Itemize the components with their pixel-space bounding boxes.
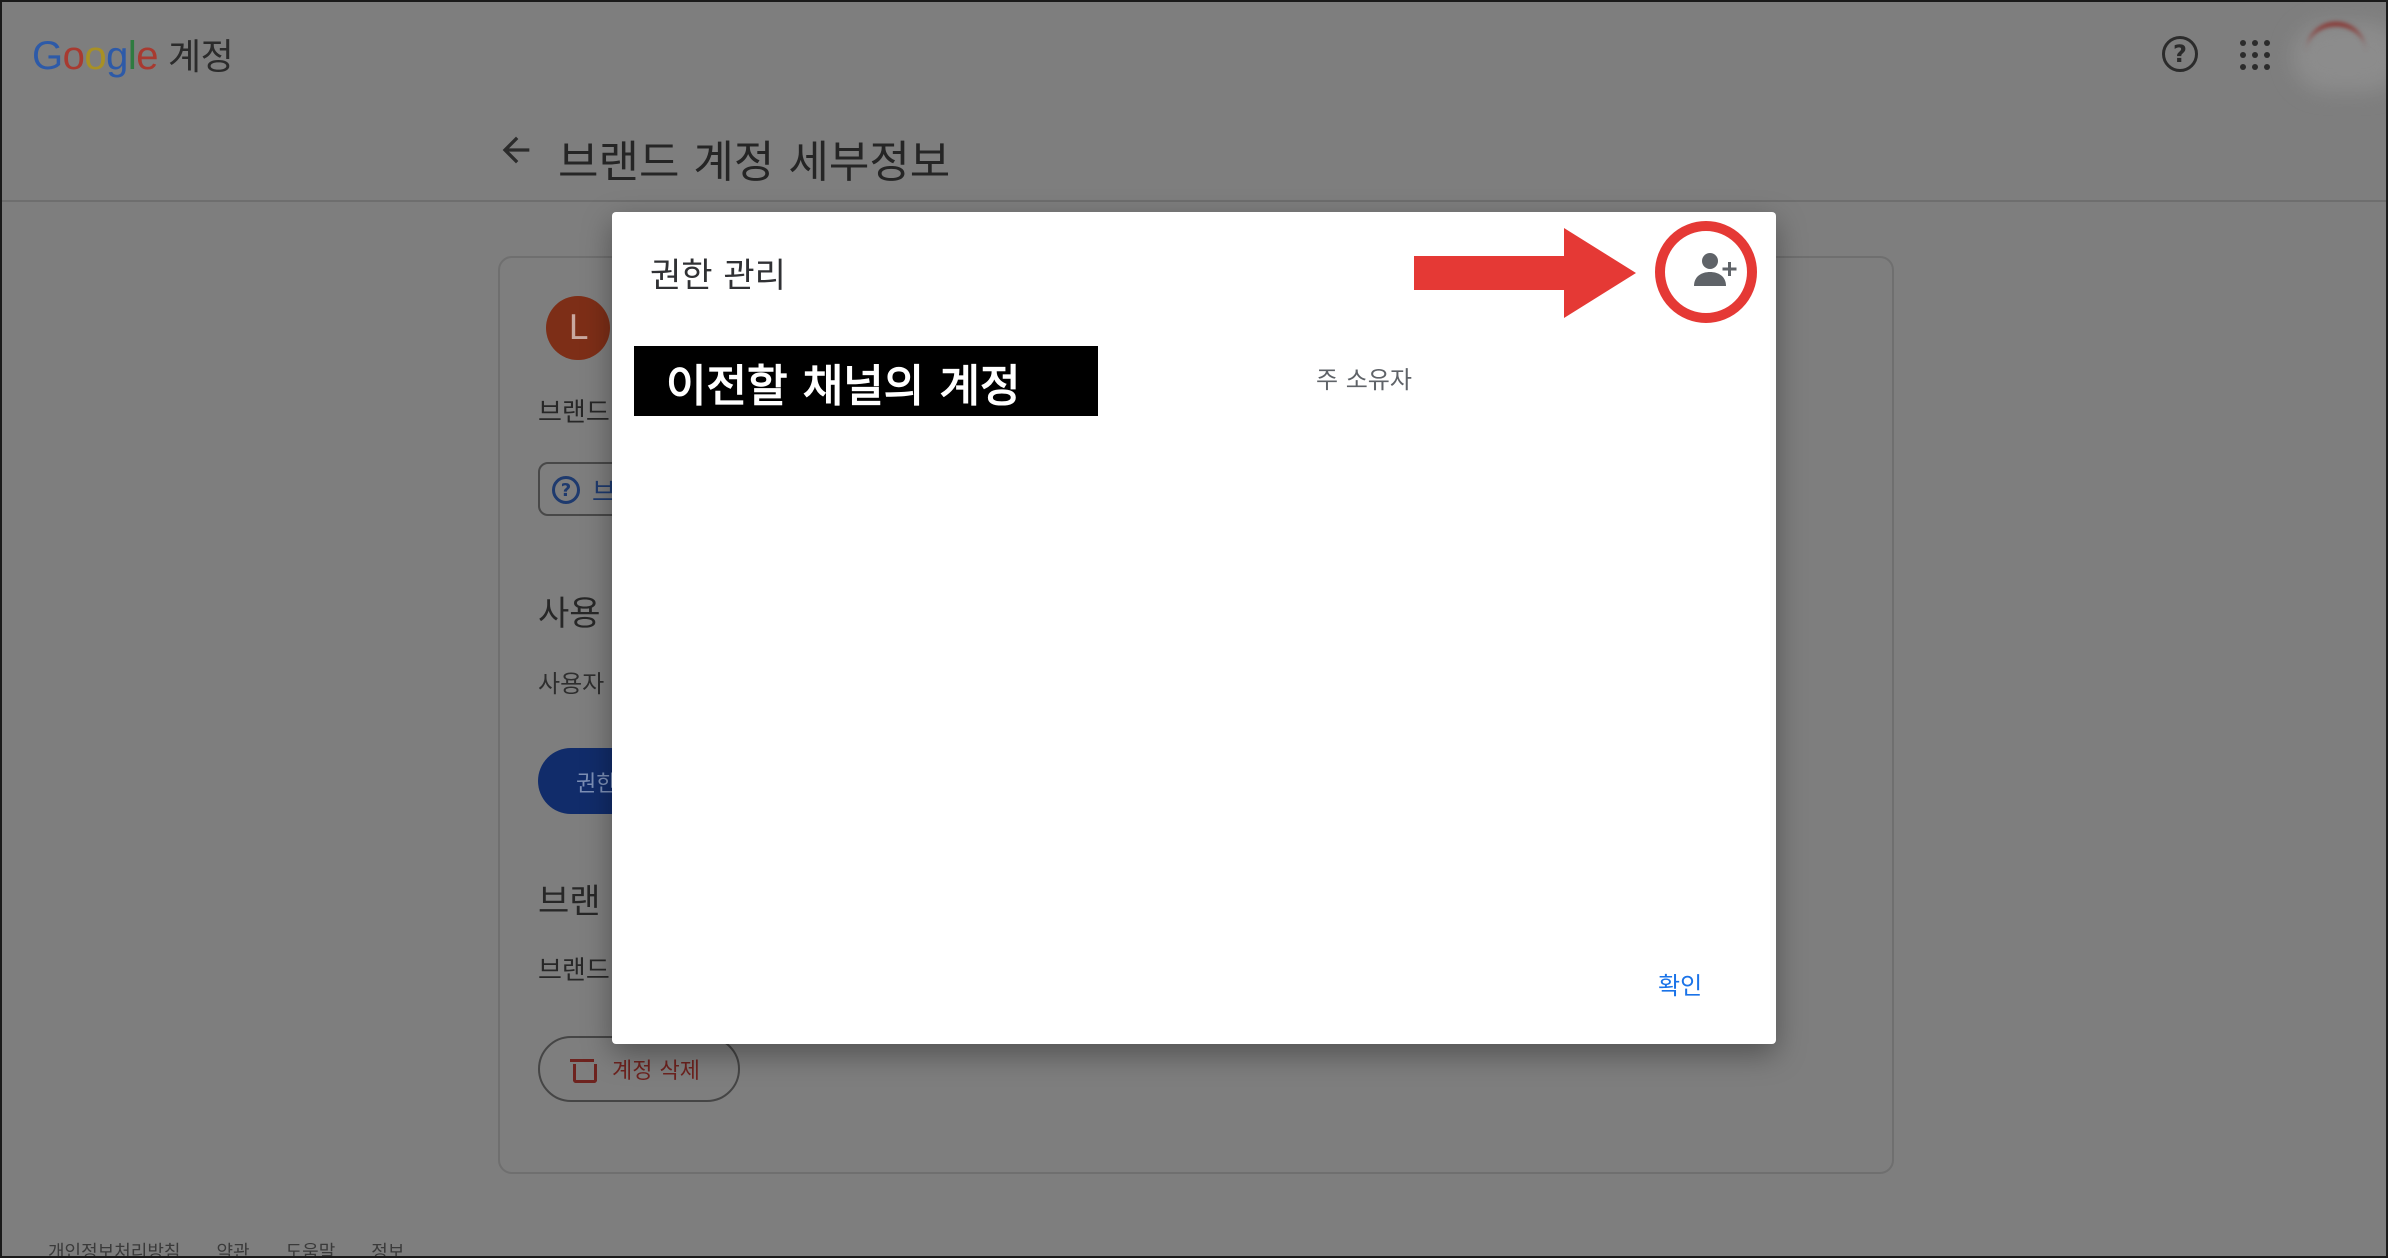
google-account-logo[interactable]: Google 계정	[32, 28, 234, 80]
delete-account-button[interactable]: 계정 삭제	[538, 1036, 740, 1102]
primary-owner-label: 주 소유자	[1316, 366, 1412, 394]
help-circle-icon: ?	[552, 476, 580, 504]
page-header	[2, 110, 2386, 202]
red-arrow-annotation	[1414, 228, 1636, 318]
apps-grid-icon[interactable]	[2240, 40, 2270, 70]
logo-label: 계정	[168, 37, 234, 78]
help-circle-icon[interactable]: ?	[2162, 36, 2198, 72]
users-heading: 사용	[538, 594, 601, 634]
top-bar: Google 계정 ?	[2, 2, 2386, 110]
dialog-title: 권한 관리	[650, 256, 786, 296]
confirm-button[interactable]: 확인	[1658, 966, 1702, 1001]
manage-permissions-label: 권한	[576, 772, 617, 797]
annotation-label: 이전할 채널의 계정	[666, 361, 1021, 412]
logo-letter: e	[136, 34, 159, 78]
brand-text: 브랜드	[538, 398, 610, 428]
logo-letter: g	[106, 34, 128, 78]
logo-letter: o	[62, 34, 85, 78]
footer: 개인정보처리방침 약관 도움말 정보	[48, 1238, 440, 1256]
footer-link-terms[interactable]: 약관	[216, 1242, 249, 1256]
logo-letter: l	[127, 34, 137, 78]
brand-heading: 브랜	[538, 882, 601, 922]
logo-letter: o	[84, 34, 107, 78]
arrow-left-icon[interactable]	[496, 130, 536, 170]
footer-link-help[interactable]: 도움말	[286, 1242, 336, 1256]
delete-account-label: 계정 삭제	[612, 1059, 700, 1084]
logo-letter: G	[32, 34, 63, 78]
trash-icon	[570, 1058, 597, 1083]
brand-text: 브랜드	[538, 956, 610, 986]
users-text: 사용자	[538, 670, 605, 698]
red-circle-highlight	[1655, 221, 1757, 323]
account-avatar-ring	[2306, 22, 2366, 82]
brand-avatar: L	[546, 296, 610, 360]
footer-link-privacy[interactable]: 개인정보처리방침	[48, 1242, 180, 1256]
footer-link-about[interactable]: 정보	[371, 1242, 404, 1256]
page-title: 브랜드 계정 세부정보	[558, 137, 951, 188]
manage-permissions-dialog: 권한 관리 주 소유자 확인	[612, 212, 1776, 1044]
